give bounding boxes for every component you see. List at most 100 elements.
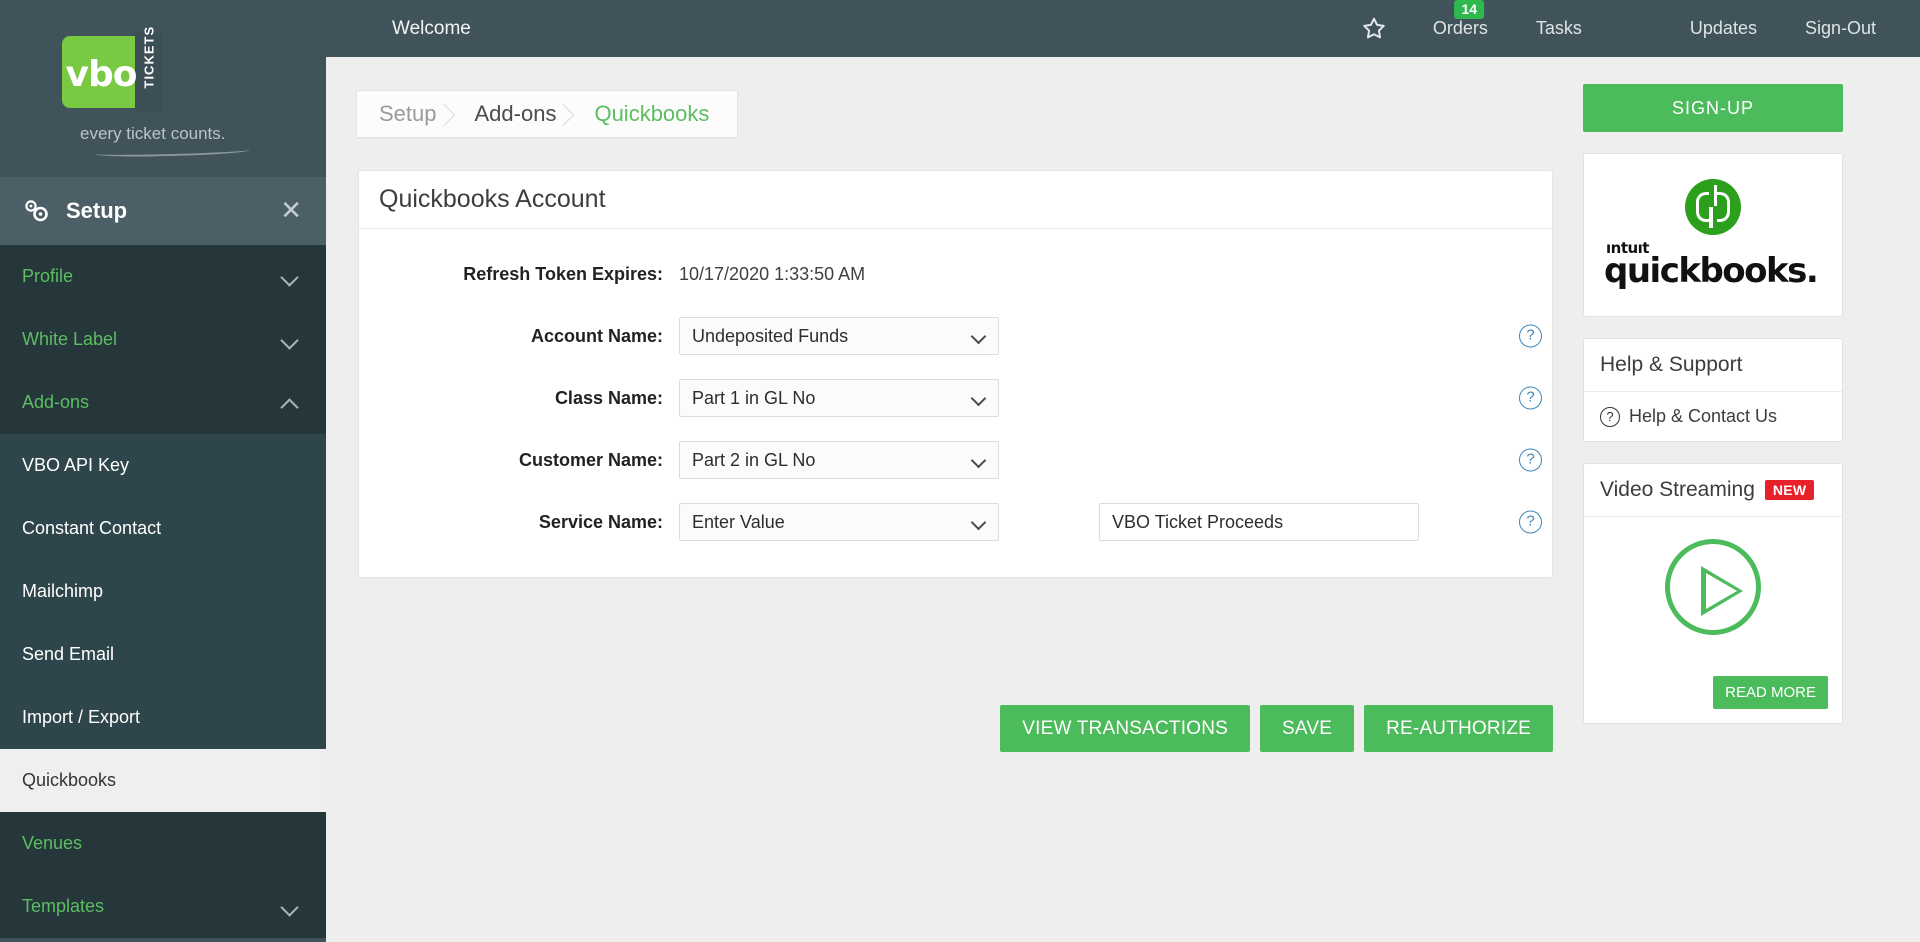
- refresh-token-row: Refresh Token Expires: 10/17/2020 1:33:5…: [379, 255, 1532, 293]
- account-name-row: Account Name: Undeposited Funds ?: [379, 317, 1542, 355]
- account-name-select[interactable]: Undeposited Funds: [679, 317, 999, 355]
- sidebar-item-label: Send Email: [22, 644, 115, 664]
- service-name-input[interactable]: [1099, 503, 1419, 541]
- sidebar: vbo TICKETS every ticket counts. Setup ✕…: [0, 0, 326, 942]
- help-support-title: Help & Support: [1584, 339, 1842, 392]
- card-header: Quickbooks Account: [359, 171, 1552, 229]
- customer-name-label: Customer Name:: [518, 449, 663, 470]
- sidebar-item-quickbooks[interactable]: Quickbooks: [0, 749, 326, 812]
- close-icon[interactable]: ✕: [280, 198, 302, 224]
- chevron-down-icon: [973, 393, 986, 406]
- nav-tasks[interactable]: Tasks: [1512, 0, 1606, 57]
- orders-badge: 14: [1454, 0, 1485, 19]
- service-name-help-icon[interactable]: ?: [1519, 510, 1542, 534]
- sidebar-title: Setup: [66, 198, 128, 223]
- chevron-down-icon: [282, 899, 298, 915]
- refresh-token-value: 10/17/2020 1:33:50 AM: [679, 263, 866, 284]
- breadcrumb: Setup Add-ons Quickbooks: [356, 90, 739, 138]
- main-content: Setup Add-ons Quickbooks Quickbooks Acco…: [326, 57, 1920, 942]
- chevron-down-icon: [973, 517, 986, 530]
- class-name-select[interactable]: Part 1 in GL No: [679, 379, 999, 417]
- sidebar-item-constant-contact[interactable]: Constant Contact: [0, 497, 326, 560]
- chevron-down-icon: [282, 332, 298, 348]
- nav-signout[interactable]: Sign-Out: [1781, 0, 1920, 57]
- sidebar-item-venues[interactable]: Venues: [0, 812, 326, 875]
- video-streaming-panel: Video Streaming NEW READ MORE: [1583, 463, 1843, 724]
- logo-swoosh-decoration: [94, 145, 251, 159]
- customer-name-select[interactable]: Part 2 in GL No: [679, 441, 999, 479]
- sidebar-item-label: Quickbooks: [22, 770, 117, 790]
- right-rail: SIGN-UP ıntuıt quickbooks. Help & Suppor…: [1583, 84, 1843, 724]
- question-circle-icon: ?: [1600, 406, 1620, 427]
- qb-letter-b: [1713, 185, 1730, 222]
- class-name-value: Part 1 in GL No: [692, 387, 816, 408]
- save-button[interactable]: SAVE: [1260, 705, 1355, 752]
- video-streaming-header: Video Streaming NEW: [1584, 464, 1842, 517]
- form-actions: VIEW TRANSACTIONS SAVE RE-AUTHORIZE: [358, 705, 1553, 752]
- class-name-label: Class Name:: [554, 387, 663, 408]
- video-body: READ MORE: [1584, 517, 1842, 723]
- sidebar-item-label: Constant Contact: [22, 518, 162, 538]
- chevron-up-icon: [282, 395, 298, 411]
- topbar: Welcome 14 Orders Tasks Updates Sign-Out: [326, 0, 1920, 57]
- view-transactions-button[interactable]: VIEW TRANSACTIONS: [1000, 705, 1250, 752]
- welcome-label: Welcome: [392, 17, 471, 39]
- sidebar-item-add-ons[interactable]: Add-ons: [0, 371, 326, 434]
- nav-updates[interactable]: Updates: [1666, 0, 1781, 57]
- reauthorize-button[interactable]: RE-AUTHORIZE: [1364, 705, 1553, 752]
- service-name-value: Enter Value: [692, 511, 785, 532]
- logo-wordmark: vbo: [65, 54, 138, 95]
- sidebar-item-profile[interactable]: Profile: [0, 245, 326, 308]
- account-name-label: Account Name:: [530, 325, 663, 346]
- sidebar-item-label: White Label: [22, 329, 118, 349]
- help-contact-us-label: Help & Contact Us: [1629, 406, 1778, 426]
- sidebar-item-label: Add-ons: [22, 392, 90, 412]
- breadcrumb-quickbooks[interactable]: Quickbooks: [570, 91, 737, 137]
- quickbooks-logo-panel: ıntuıt quickbooks.: [1583, 153, 1843, 317]
- customer-name-help-icon[interactable]: ?: [1519, 448, 1542, 472]
- help-contact-us-link[interactable]: ? Help & Contact Us: [1584, 392, 1842, 441]
- play-circle-icon[interactable]: [1665, 539, 1761, 635]
- refresh-token-label: Refresh Token Expires:: [463, 263, 663, 284]
- customer-name-value: Part 2 in GL No: [692, 449, 816, 470]
- chevron-down-icon: [973, 455, 986, 468]
- sidebar-header: Setup ✕: [0, 177, 326, 245]
- gears-icon: [22, 198, 52, 224]
- signup-button[interactable]: SIGN-UP: [1583, 84, 1843, 132]
- video-streaming-title: Video Streaming: [1600, 478, 1755, 501]
- sidebar-item-label: Mailchimp: [22, 581, 104, 601]
- sidebar-item-templates[interactable]: Templates: [0, 875, 326, 938]
- brand-tagline: every ticket counts.: [80, 124, 226, 143]
- topbar-nav: 14 Orders Tasks Updates Sign-Out: [1339, 0, 1920, 57]
- chevron-down-icon: [973, 331, 986, 344]
- new-badge: NEW: [1764, 480, 1815, 500]
- sidebar-item-vbo-api-key[interactable]: VBO API Key: [0, 434, 326, 497]
- nav-orders[interactable]: 14 Orders: [1409, 0, 1512, 57]
- quickbooks-qb-icon: [1685, 179, 1741, 235]
- quickbooks-wordmark: quickbooks.: [1604, 251, 1819, 291]
- sidebar-item-send-email[interactable]: Send Email: [0, 623, 326, 686]
- service-name-row: Service Name: Enter Value ?: [379, 503, 1542, 541]
- service-name-select[interactable]: Enter Value: [679, 503, 999, 541]
- sidebar-item-white-label[interactable]: White Label: [0, 308, 326, 371]
- sidebar-item-label: Profile: [22, 266, 74, 286]
- page-title: Quickbooks Account: [379, 185, 606, 213]
- qb-letter-q: [1696, 192, 1713, 228]
- read-more-button[interactable]: READ MORE: [1713, 676, 1828, 709]
- breadcrumb-addons[interactable]: Add-ons: [451, 91, 571, 137]
- help-support-panel: Help & Support ? Help & Contact Us: [1583, 338, 1843, 442]
- sidebar-item-import-export[interactable]: Import / Export: [0, 686, 326, 749]
- sidebar-item-label: Templates: [22, 896, 105, 916]
- account-name-help-icon[interactable]: ?: [1519, 324, 1542, 348]
- nav-orders-label: Orders: [1432, 18, 1488, 38]
- brand-logo[interactable]: vbo TICKETS every ticket counts.: [0, 0, 326, 177]
- app-root: vbo TICKETS every ticket counts. Setup ✕…: [0, 0, 1920, 942]
- account-name-value: Undeposited Funds: [692, 325, 849, 346]
- breadcrumb-setup[interactable]: Setup: [357, 91, 451, 137]
- class-name-help-icon[interactable]: ?: [1519, 386, 1542, 410]
- sidebar-item-label: Venues: [22, 833, 83, 853]
- quickbooks-logo: ıntuıt quickbooks.: [1584, 154, 1842, 316]
- star-icon[interactable]: [1339, 16, 1409, 41]
- sidebar-item-mailchimp[interactable]: Mailchimp: [0, 560, 326, 623]
- logo-tickets-label: TICKETS: [141, 25, 157, 89]
